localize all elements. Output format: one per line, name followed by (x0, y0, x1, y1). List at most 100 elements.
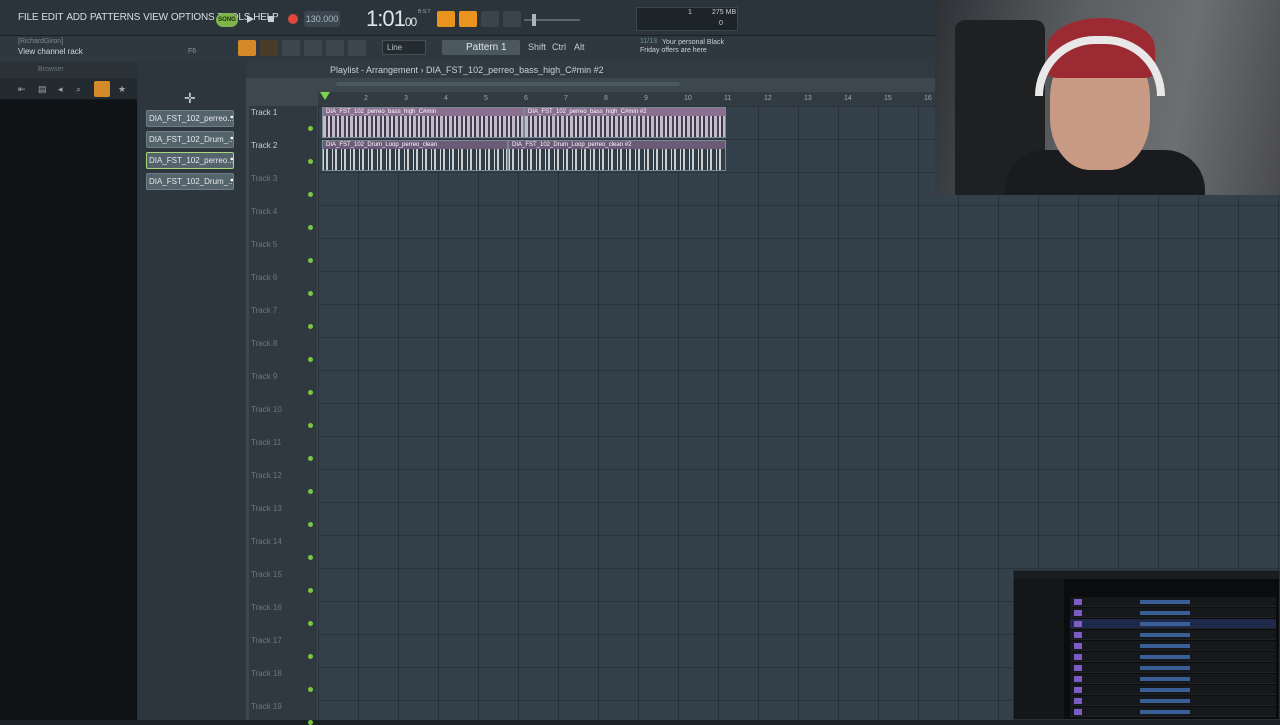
wait-input-icon[interactable] (481, 11, 499, 27)
track-mute-led[interactable] (308, 357, 313, 362)
track-label[interactable]: Track 5 (251, 240, 277, 249)
pattern-song-button[interactable] (437, 11, 455, 27)
time-format-label: B:S:T (418, 9, 431, 15)
track-label[interactable]: Track 15 (251, 570, 282, 579)
alt-key-toggle[interactable]: Alt (574, 40, 585, 55)
clip-title: DIA_FST_102_Drum_Loop_perreo_clean (323, 141, 507, 149)
star-icon[interactable]: ★ (118, 84, 128, 94)
channel-item[interactable]: DIA_FST_102_perreo... ✚ (146, 110, 234, 127)
track-mute-led[interactable] (308, 192, 313, 197)
track-mute-led[interactable] (308, 159, 313, 164)
menu-edit[interactable]: EDIT (41, 12, 63, 23)
track-label[interactable]: Track 12 (251, 471, 282, 480)
pattern-selector[interactable]: Pattern 1 (442, 40, 520, 55)
track-label[interactable]: Track 11 (251, 438, 281, 447)
channel-item[interactable]: DIA_FST_102_Drum_... ✚ (146, 131, 234, 148)
track-mute-led[interactable] (308, 291, 313, 296)
bar-number: 2 (364, 95, 368, 102)
song-position-display: 1:0100 (366, 6, 417, 32)
track-mute-led[interactable] (308, 324, 313, 329)
track-mute-led[interactable] (308, 456, 313, 461)
track-label[interactable]: Track 9 (251, 372, 277, 381)
track-label[interactable]: Track 17 (251, 636, 282, 645)
menu-options[interactable]: OPTIONS (171, 12, 215, 23)
plus-icon[interactable]: ✚ (230, 154, 233, 167)
countdown-button[interactable] (459, 11, 477, 27)
horizontal-scrollbar[interactable] (336, 82, 680, 86)
search-icon[interactable]: ⌕ (76, 84, 86, 94)
track-mute-led[interactable] (308, 687, 313, 692)
stop-button[interactable] (263, 11, 281, 27)
play-button[interactable] (242, 11, 260, 27)
track-label[interactable]: Track 19 (251, 702, 282, 711)
snap-select[interactable]: Line (382, 40, 426, 55)
track-label[interactable]: Track 4 (251, 207, 277, 216)
menu-view[interactable]: VIEW (143, 12, 168, 23)
track-mute-led[interactable] (308, 489, 313, 494)
metronome-icon[interactable] (503, 11, 521, 27)
folder-icon[interactable]: ▤ (38, 84, 48, 94)
bar-number: 3 (404, 95, 408, 102)
song-mode-toggle[interactable]: SONG (216, 13, 238, 27)
track-mute-led[interactable] (308, 555, 313, 560)
record-button[interactable] (285, 11, 303, 27)
mini-list-row (1070, 597, 1276, 607)
bar-number: 12 (764, 95, 772, 102)
mixer-button[interactable] (304, 40, 322, 56)
track-mute-led[interactable] (308, 720, 313, 725)
track-label[interactable]: Track 2 (251, 141, 277, 150)
track-label[interactable]: Track 1 (251, 108, 277, 117)
master-pitch-slider[interactable] (524, 14, 580, 26)
bass-audio-clip[interactable]: DIA_FST_102_perreo_bass_high_C#min #2 (524, 107, 726, 138)
microphone-icon[interactable] (348, 40, 366, 56)
playlist-window-button[interactable] (238, 40, 256, 56)
tempo-field[interactable]: 130.000 (304, 11, 340, 27)
add-channel-icon[interactable]: ✛ (184, 90, 196, 107)
bar-number: 7 (564, 95, 568, 102)
back-icon[interactable]: ◂ (58, 84, 68, 94)
news-subline[interactable]: Friday offers are here (640, 47, 707, 54)
track-mute-led[interactable] (308, 588, 313, 593)
playhead-marker[interactable] (320, 92, 330, 100)
news-headline[interactable]: Your personal Black (662, 38, 732, 47)
plus-icon[interactable]: ✚ (230, 112, 233, 125)
menu-file[interactable]: FILE (18, 12, 39, 23)
channel-label: DIA_FST_102_Drum_... (149, 135, 234, 144)
track-label[interactable]: Track 6 (251, 273, 277, 282)
track-label[interactable]: Track 3 (251, 174, 277, 183)
piano-roll-button[interactable] (260, 40, 278, 56)
track-label[interactable]: Track 7 (251, 306, 277, 315)
channel-rack-button[interactable] (282, 40, 300, 56)
drum-audio-clip[interactable]: DIA_FST_102_Drum_Loop_perreo_clean (322, 140, 508, 171)
ctrl-key-toggle[interactable]: Ctrl (552, 40, 566, 55)
sounds-filter-icon[interactable] (94, 81, 110, 97)
track-mute-led[interactable] (308, 225, 313, 230)
track-label[interactable]: Track 18 (251, 669, 282, 678)
bar-number: 10 (684, 95, 692, 102)
track-mute-led[interactable] (308, 621, 313, 626)
channel-item[interactable]: DIA_FST_102_Drum_... ✚ (146, 173, 234, 190)
plus-icon[interactable]: ✚ (230, 175, 233, 188)
bar-number: 4 (444, 95, 448, 102)
menu-patterns[interactable]: PATTERNS (90, 12, 140, 23)
track-mute-led[interactable] (308, 654, 313, 659)
shift-key-toggle[interactable]: Shift (528, 40, 546, 55)
track-label[interactable]: Track 8 (251, 339, 277, 348)
track-label[interactable]: Track 16 (251, 603, 282, 612)
channel-item-selected[interactable]: DIA_FST_102_perreo... ✚ (146, 152, 234, 169)
track-mute-led[interactable] (308, 390, 313, 395)
plus-icon[interactable]: ✚ (230, 133, 233, 146)
plugin-picker-button[interactable] (326, 40, 344, 56)
track-label[interactable]: Track 10 (251, 405, 282, 414)
bass-audio-clip[interactable]: DIA_FST_102_perreo_bass_high_C#min (322, 107, 524, 138)
track-mute-led[interactable] (308, 522, 313, 527)
collapse-icon[interactable]: ⇤ (18, 84, 28, 94)
mini-list-row (1070, 630, 1276, 640)
track-mute-led[interactable] (308, 258, 313, 263)
track-mute-led[interactable] (308, 126, 313, 131)
track-mute-led[interactable] (308, 423, 313, 428)
track-label[interactable]: Track 13 (251, 504, 282, 513)
menu-add[interactable]: ADD (66, 12, 87, 23)
track-label[interactable]: Track 14 (251, 537, 282, 546)
drum-audio-clip[interactable]: DIA_FST_102_Drum_Loop_perreo_clean #2 (508, 140, 726, 171)
